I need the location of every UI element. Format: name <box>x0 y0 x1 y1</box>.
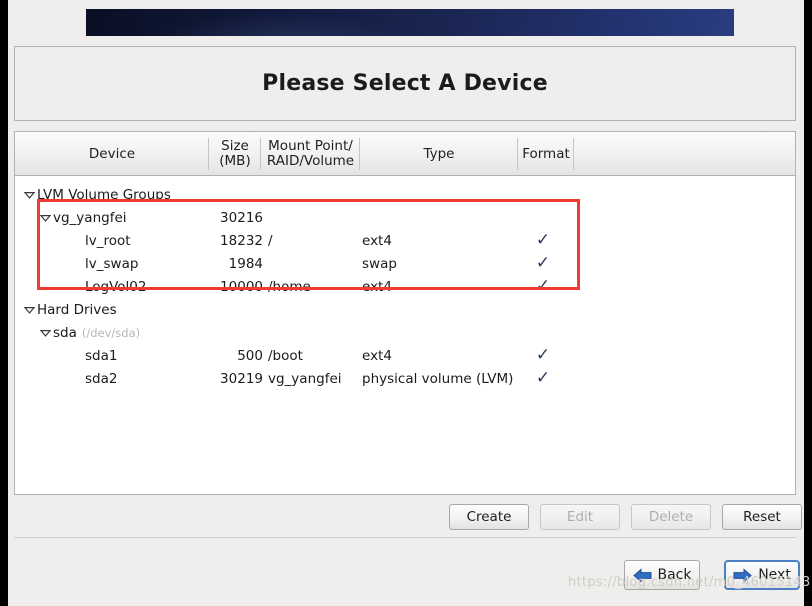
create-button-label: Create <box>466 509 512 525</box>
cell-mount-point <box>268 298 360 321</box>
cell-device-path: (/dev/sda) <box>81 325 141 340</box>
cell-type: swap <box>362 255 397 272</box>
watermark-text: https://blog.csdn.net/m0_46015143 <box>568 575 811 590</box>
column-header-format[interactable]: Format <box>518 132 574 176</box>
table-row[interactable]: sda (/dev/sda) <box>15 321 795 344</box>
cell-type <box>362 206 527 229</box>
cell-mount-point: / <box>268 232 273 249</box>
cell-size <box>183 183 263 206</box>
expander-triangle-down-icon[interactable] <box>39 206 51 229</box>
column-header-size-line1: Size <box>221 138 249 154</box>
cell-mount-point: /home <box>268 278 311 295</box>
cell-format-checkmark-icon: ✓ <box>535 276 551 296</box>
column-header-size[interactable]: Size (MB) <box>209 132 261 176</box>
expander-triangle-down-icon[interactable] <box>39 321 51 344</box>
cell-size: 18232 <box>220 232 263 249</box>
cell-type: ext4 <box>362 232 392 249</box>
create-button[interactable]: Create <box>449 504 529 530</box>
column-header-device-label: Device <box>88 145 136 162</box>
cell-mount-point: /boot <box>268 347 303 364</box>
cell-size: 1984 <box>228 255 263 272</box>
cell-mount-point <box>268 252 360 275</box>
table-body: LVM Volume Groups vg_yangfei 30216 lv_root 1… <box>15 176 795 494</box>
column-header-size-line2: (MB) <box>219 153 251 169</box>
cell-size: 10000 <box>220 278 263 295</box>
delete-button[interactable]: Delete <box>631 504 711 530</box>
table-row[interactable]: sda2 30219 vg_yangfei physical volume (LVM)… <box>15 367 795 390</box>
table-header-row: Device Size (MB) Mount Point/ RAID/Volum… <box>15 132 795 176</box>
cell-device-name: Hard Drives <box>37 301 117 318</box>
cell-device-name: LogVol02 <box>85 278 147 295</box>
column-header-device[interactable]: Device <box>15 132 209 176</box>
cell-mount-point <box>268 321 360 344</box>
page-title: Please Select A Device <box>262 71 548 96</box>
device-table: Device Size (MB) Mount Point/ RAID/Volum… <box>14 131 796 495</box>
cell-device-name: lv_swap <box>85 255 139 272</box>
cell-type <box>362 321 527 344</box>
cell-mount-point <box>268 183 360 206</box>
cell-mount-point: vg_yangfei <box>268 370 342 387</box>
expander-triangle-down-icon[interactable] <box>23 183 35 206</box>
cell-device-name: sda <box>53 324 77 341</box>
cell-type <box>362 298 527 321</box>
cell-type: ext4 <box>362 347 392 364</box>
cell-device-name: sda2 <box>85 370 118 387</box>
column-header-filler <box>574 132 795 176</box>
cell-device-name: vg_yangfei <box>53 209 127 226</box>
cell-device-name: lv_root <box>85 232 131 249</box>
cell-type: physical volume (LVM) <box>362 370 514 387</box>
cell-type <box>362 183 527 206</box>
edit-button[interactable]: Edit <box>540 504 620 530</box>
installer-window: Please Select A Device Device Size (MB) … <box>8 0 810 606</box>
column-header-mount-line2: RAID/Volume <box>266 153 355 169</box>
table-row[interactable]: vg_yangfei 30216 <box>15 206 795 229</box>
cell-size <box>183 321 263 344</box>
cell-device-name: LVM Volume Groups <box>37 186 171 203</box>
reset-button[interactable]: Reset <box>722 504 802 530</box>
expander-triangle-down-icon[interactable] <box>23 298 35 321</box>
cell-format-checkmark-icon: ✓ <box>535 253 551 273</box>
delete-button-label: Delete <box>648 509 694 525</box>
footer-divider <box>14 537 796 538</box>
column-header-type-label: Type <box>423 145 455 162</box>
column-header-mount-point[interactable]: Mount Point/ RAID/Volume <box>261 132 360 176</box>
column-header-mount-line1: Mount Point/ <box>268 138 353 154</box>
header-banner <box>86 9 734 36</box>
cell-format-checkmark-icon: ✓ <box>535 345 551 365</box>
column-header-type[interactable]: Type <box>360 132 518 176</box>
table-row[interactable]: lv_root 18232 / ext4 ✓ <box>15 229 795 252</box>
cell-mount-point <box>268 206 360 229</box>
cell-size: 30216 <box>220 209 263 226</box>
table-row[interactable]: LogVol02 10000/home ext4 ✓ <box>15 275 795 298</box>
edit-button-label: Edit <box>566 509 594 525</box>
reset-button-label: Reset <box>743 509 781 525</box>
cell-size <box>183 298 263 321</box>
cell-size: 30219 <box>220 370 263 387</box>
column-header-format-label: Format <box>522 145 570 162</box>
cell-type: ext4 <box>362 278 392 295</box>
table-row[interactable]: Hard Drives <box>15 298 795 321</box>
table-row[interactable]: lv_swap 1984 swap ✓ <box>15 252 795 275</box>
cell-device-name: sda1 <box>85 347 118 364</box>
cell-format-checkmark-icon: ✓ <box>535 368 551 388</box>
banner-swoosh-decoration <box>86 9 734 36</box>
table-row[interactable]: sda1 500/boot ext4 ✓ <box>15 344 795 367</box>
table-row[interactable]: LVM Volume Groups <box>15 183 795 206</box>
cell-size: 500 <box>237 347 263 364</box>
title-panel: Please Select A Device <box>14 46 796 121</box>
cell-format-checkmark-icon: ✓ <box>535 230 551 250</box>
